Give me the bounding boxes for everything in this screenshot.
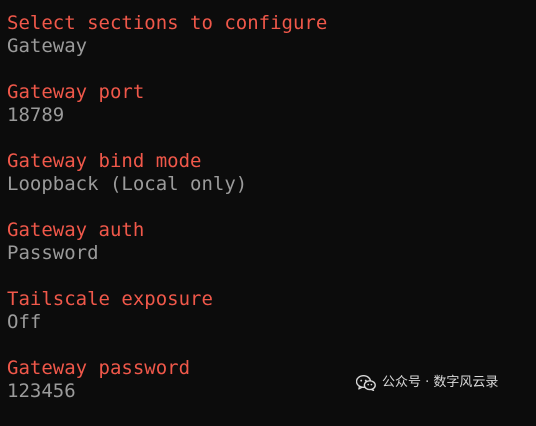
prompt-label: Gateway bind mode	[7, 150, 202, 172]
config-entry-sections: Select sections to configure Gateway	[7, 12, 536, 58]
answer-value: 18789	[7, 104, 65, 126]
watermark: 公众号 · 数字风云录	[355, 372, 499, 394]
terminal-output: Select sections to configure Gateway Gat…	[7, 12, 536, 426]
prompt-label: Tailscale exposure	[7, 288, 213, 310]
answer-value: Password	[7, 242, 99, 264]
prompt-label: Gateway port	[7, 81, 145, 103]
prompt-label: Select sections to configure	[7, 12, 328, 34]
prompt-label: Gateway auth	[7, 219, 145, 241]
config-entry-bind-mode: Gateway bind mode Loopback (Local only)	[7, 150, 536, 196]
answer-value: Gateway	[7, 35, 88, 57]
answer-value: Off	[7, 311, 42, 333]
answer-value: Loopback (Local only)	[7, 173, 248, 195]
watermark-text: 公众号 · 数字风云录	[382, 375, 499, 390]
config-entry-auth: Gateway auth Password	[7, 219, 536, 265]
wechat-icon	[355, 374, 376, 392]
config-entry-tailscale: Tailscale exposure Off	[7, 288, 536, 334]
config-entry-port: Gateway port 18789	[7, 81, 536, 127]
